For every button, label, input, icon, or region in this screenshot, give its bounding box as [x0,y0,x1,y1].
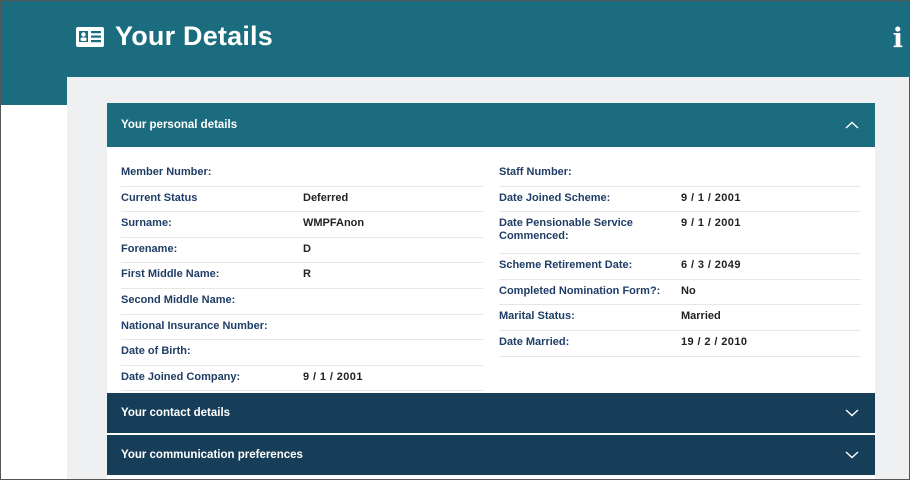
date-joined-company-value: 9 / 1 / 2001 [303,370,363,383]
detail-row: Marital Status: Married [499,305,861,331]
personal-details-panel-header[interactable]: Your personal details [107,103,875,147]
date-of-birth-label: Date of Birth: [121,345,191,358]
detail-row: Current Status Deferred [121,187,483,213]
detail-row: Staff Number: [499,161,861,187]
chevron-down-icon [845,451,859,459]
detail-row: Date of Birth: [121,340,483,366]
current-status-value: Deferred [303,191,349,204]
detail-row: National Insurance Number: [121,315,483,341]
date-pensionable-service-label: Date Pensionable Service Commenced: [499,217,633,243]
detail-row: Date Joined Scheme: 9 / 1 / 2001 [499,187,861,213]
details-column-left: Member Number: Current Status Deferred S… [121,161,483,392]
date-joined-company-label: Date Joined Company: [121,370,241,383]
date-joined-scheme-label: Date Joined Scheme: [499,191,611,204]
first-middle-name-value: R [303,268,311,281]
forename-value: D [303,242,311,255]
surname-label: Surname: [121,217,172,230]
details-card: Your personal details Member Number: Cur… [107,103,875,479]
date-pensionable-service-value: 9 / 1 / 2001 [681,217,741,230]
page-title-group: Your Details [75,21,273,52]
id-card-icon [76,26,104,47]
forename-label: Forename: [121,242,178,255]
marital-status-label: Marital Status: [499,310,575,323]
scheme-retirement-date-label: Scheme Retirement Date: [499,259,633,272]
detail-row: Second Middle Name: [121,289,483,315]
app-window: Your Details i Your personal details Mem… [0,0,910,480]
completed-nomination-form-value: No [681,284,696,297]
chevron-down-icon [845,409,859,417]
current-status-label: Current Status [121,191,198,204]
marital-status-value: Married [681,310,721,323]
detail-row: Surname: WMPFAnon [121,212,483,238]
detail-row: Date Pensionable Service Commenced: 9 / … [499,212,861,255]
detail-row: Scheme Retirement Date: 6 / 3 / 2049 [499,254,861,280]
detail-row: Date Married: 19 / 2 / 2010 [499,331,861,357]
page-title: Your Details [115,21,273,51]
surname-value: WMPFAnon [303,217,365,230]
main-content: Your personal details Member Number: Cur… [67,77,909,479]
panel-title: Your contact details [121,407,231,419]
second-middle-name-label: Second Middle Name: [121,293,236,306]
scheme-retirement-date-value: 6 / 3 / 2049 [681,259,741,272]
staff-number-label: Staff Number: [499,166,572,178]
first-middle-name-label: First Middle Name: [121,268,220,281]
panel-title: Your personal details [121,119,238,131]
completed-nomination-form-label: Completed Nomination Form?: [499,284,661,297]
contact-details-panel-header[interactable]: Your contact details [107,393,875,433]
chevron-up-icon [845,121,859,129]
detail-row: Forename: D [121,238,483,264]
detail-row: Date Joined Company: 9 / 1 / 2001 [121,366,483,392]
detail-row: First Middle Name: R [121,263,483,289]
details-column-right: Staff Number: Date Joined Scheme: 9 / 1 … [499,161,861,357]
panel-title: Your communication preferences [121,449,303,461]
national-insurance-number-label: National Insurance Number: [121,319,268,332]
info-icon[interactable]: i [893,23,903,54]
detail-row: Completed Nomination Form?: No [499,280,861,306]
header-bar: Your Details i [1,1,909,77]
detail-row: Member Number: [121,161,483,187]
member-number-label: Member Number: [121,166,212,178]
date-married-label: Date Married: [499,335,570,348]
date-joined-scheme-value: 9 / 1 / 2001 [681,191,741,204]
header-band [1,77,67,105]
date-married-value: 19 / 2 / 2010 [681,335,748,348]
communication-preferences-panel-header[interactable]: Your communication preferences [107,435,875,475]
